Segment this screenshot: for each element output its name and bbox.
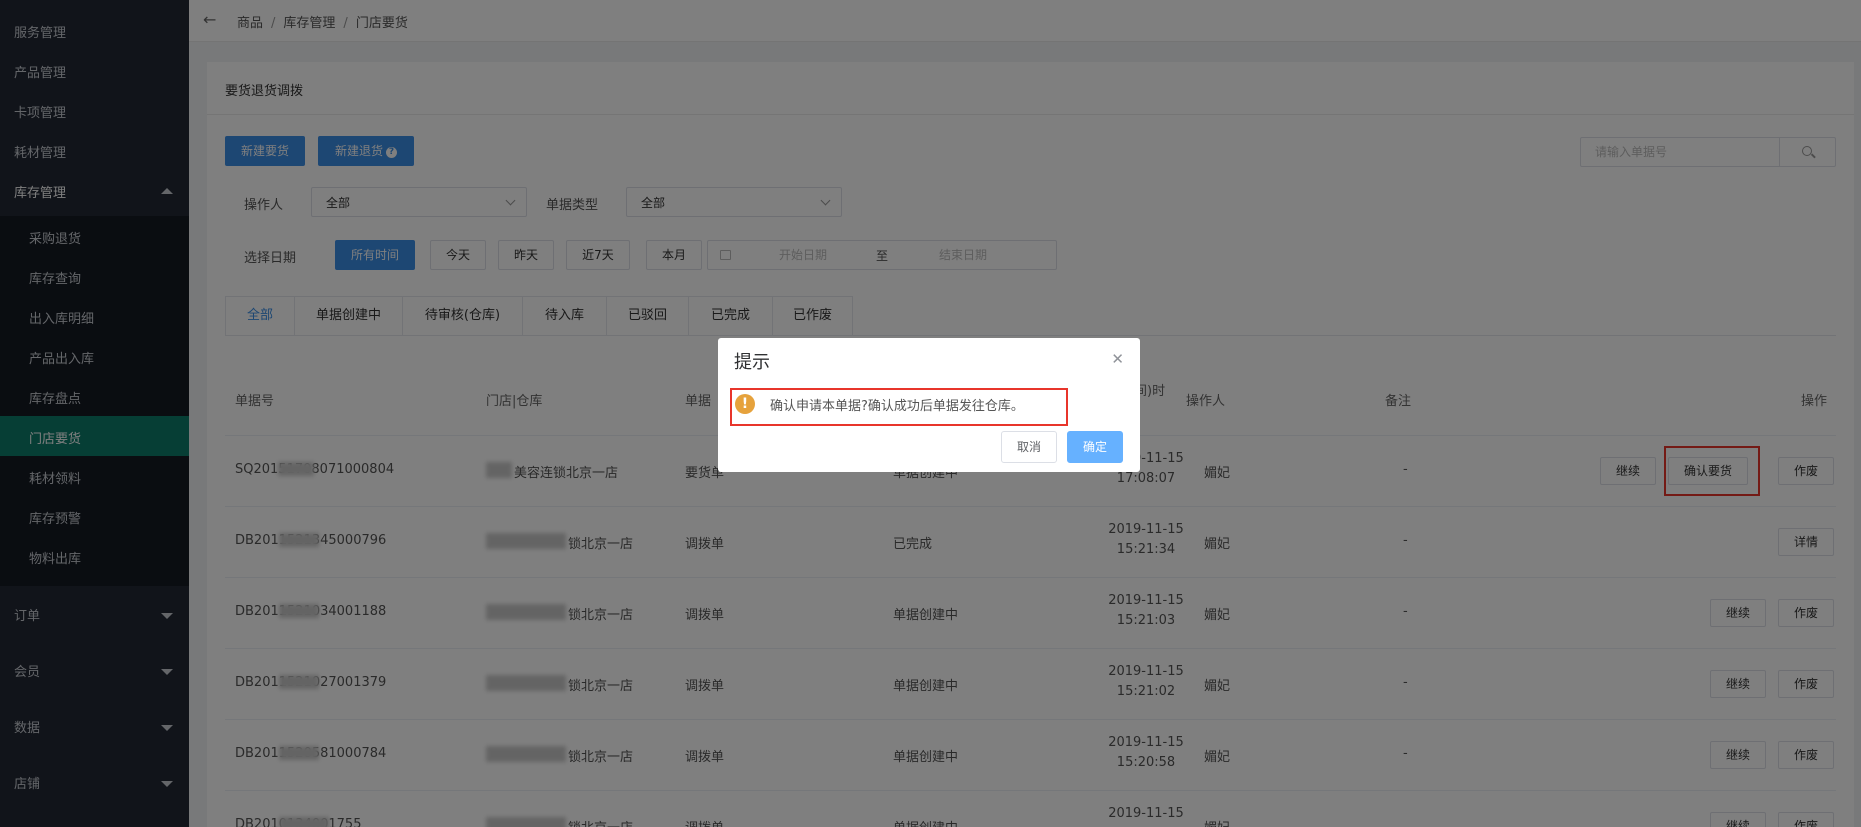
ok-button[interactable]: 确定	[1067, 431, 1123, 463]
close-icon[interactable]: ✕	[1111, 350, 1124, 368]
dialog-title: 提示	[734, 352, 770, 373]
cancel-button[interactable]: 取消	[1001, 431, 1057, 463]
highlight-box	[730, 388, 1068, 426]
confirm-dialog: 提示 ✕ ! 确认申请本单据?确认成功后单据发往仓库。 取消 确定	[718, 338, 1140, 472]
